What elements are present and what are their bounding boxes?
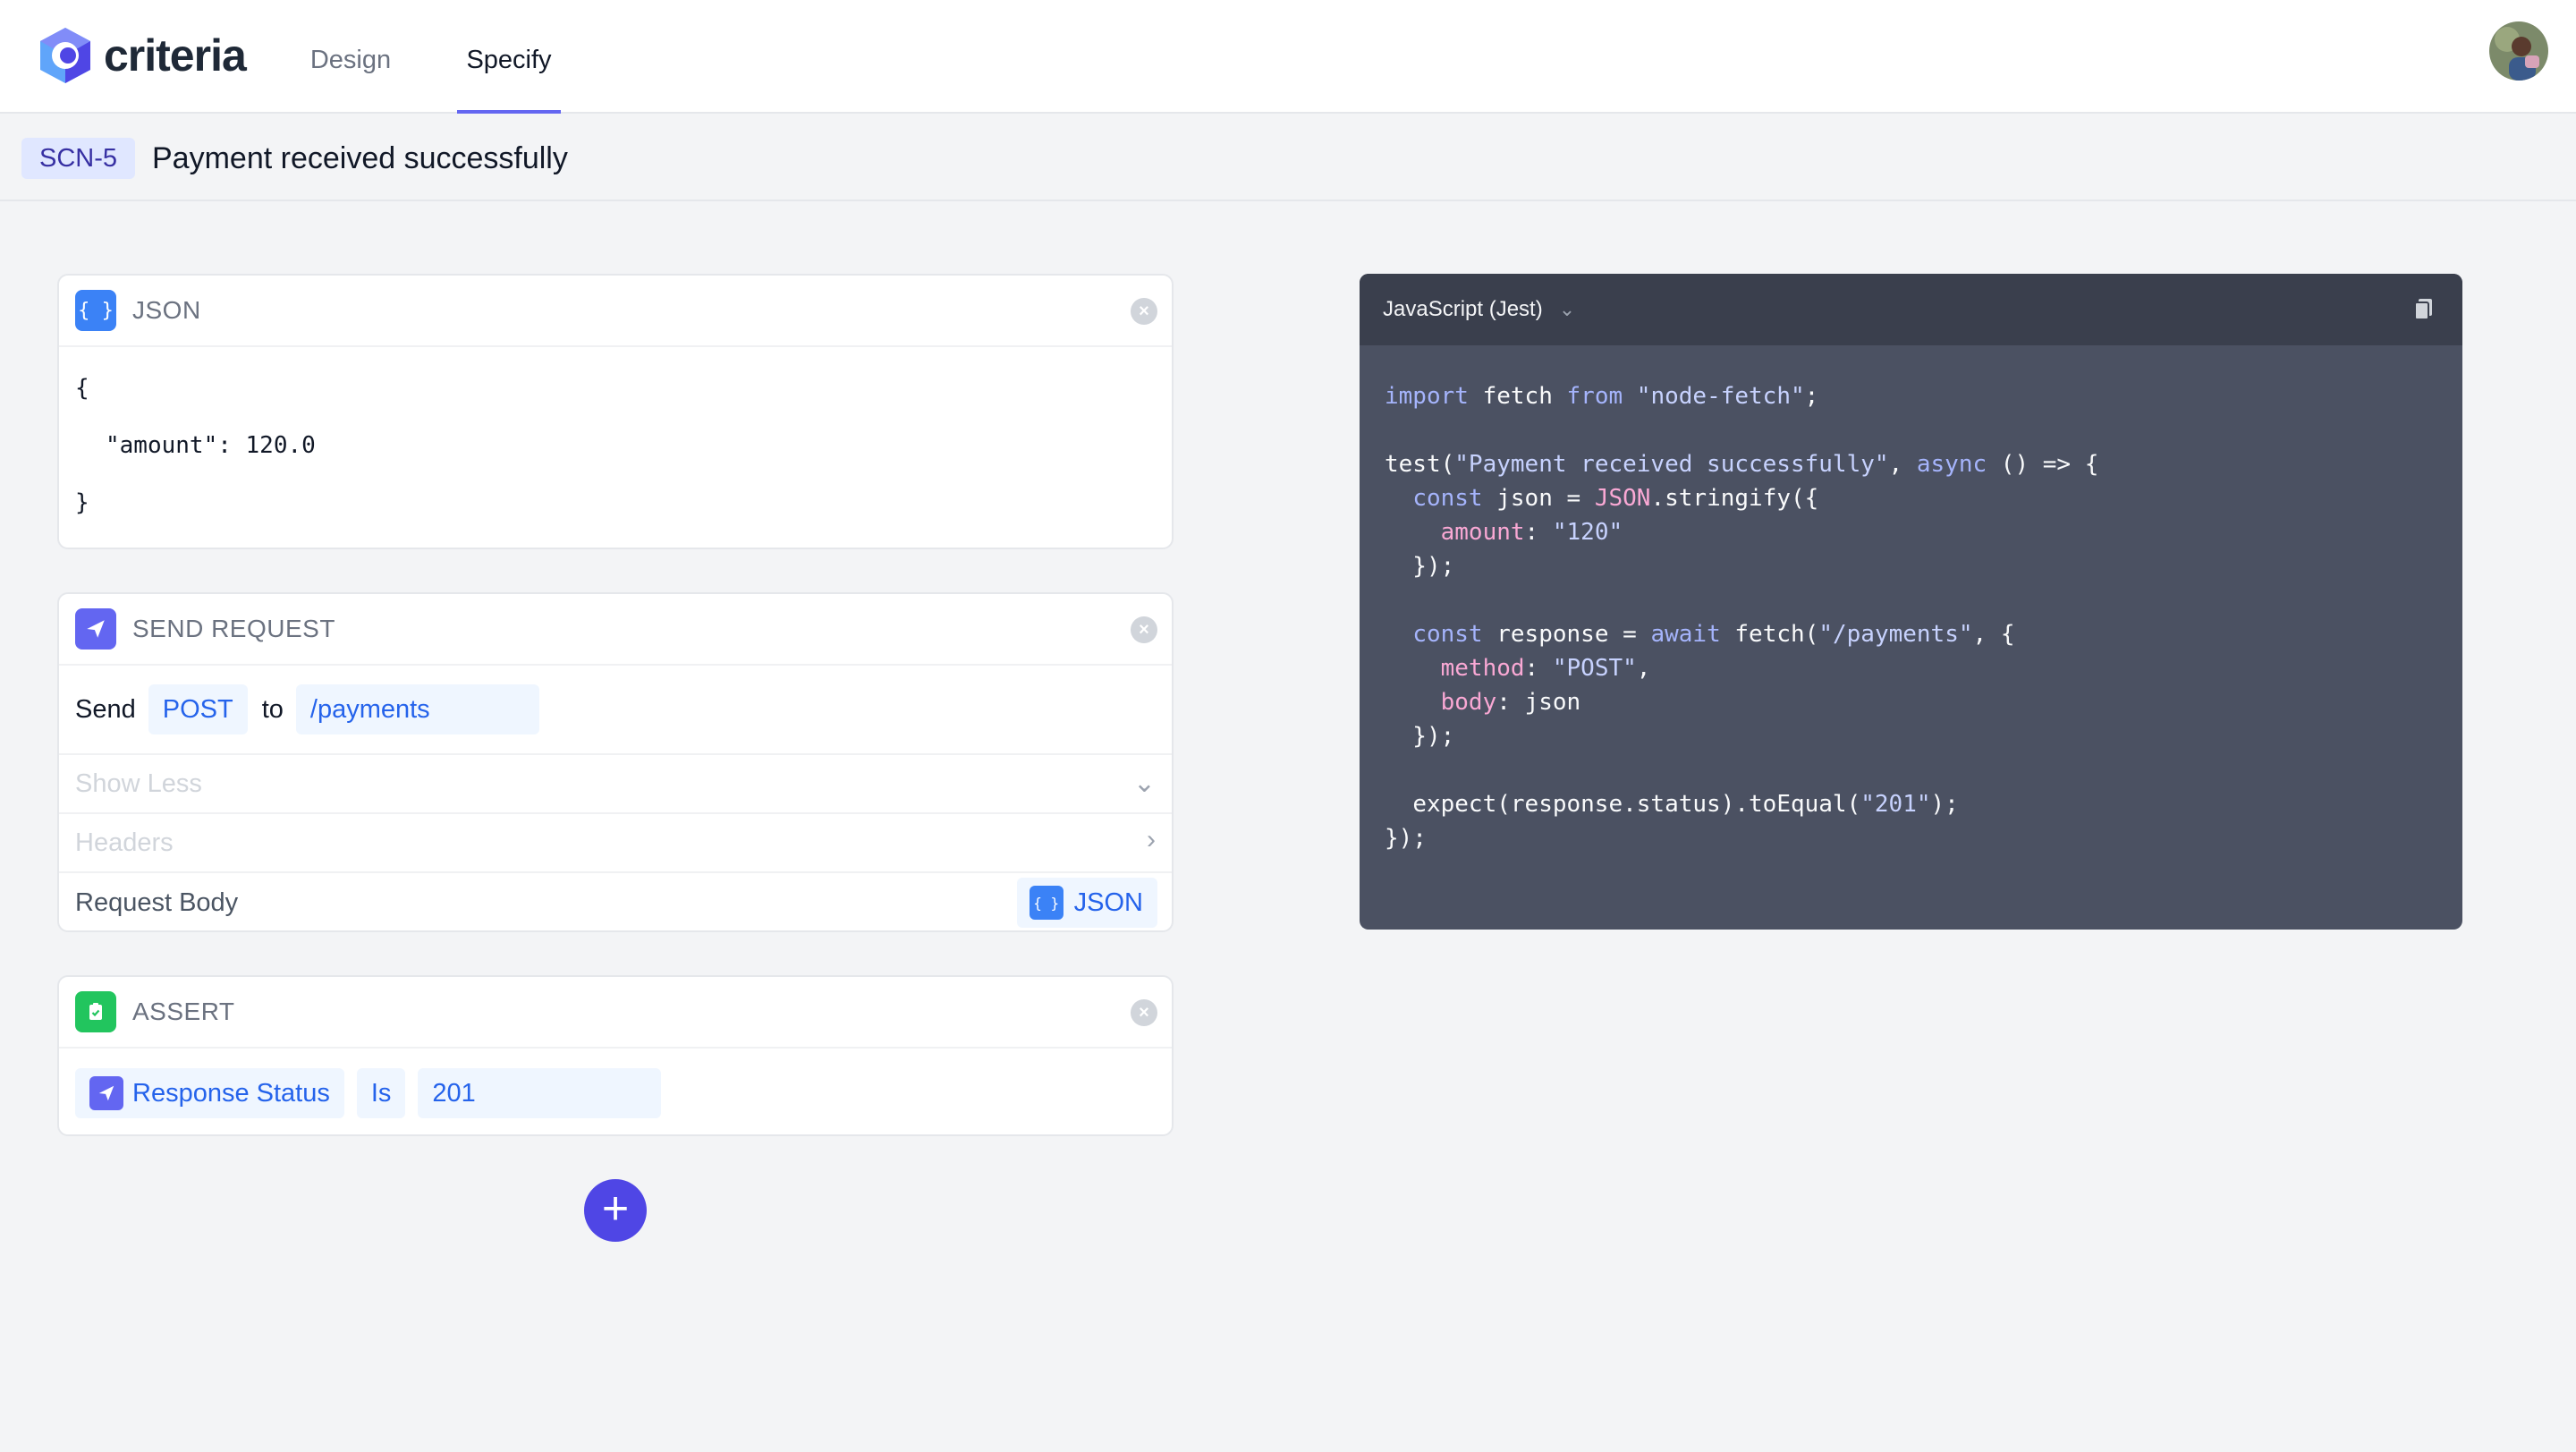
- code-panel-header: JavaScript (Jest) ⌄: [1360, 274, 2462, 345]
- assert-subject-label: Response Status: [132, 1079, 330, 1108]
- close-icon[interactable]: ×: [1131, 999, 1157, 1026]
- to-label: to: [261, 694, 284, 724]
- user-avatar-icon: [2489, 21, 2548, 81]
- send-row: Send POST to /payments: [59, 666, 1172, 755]
- logo[interactable]: criteria: [36, 23, 247, 88]
- close-icon[interactable]: ×: [1131, 616, 1157, 643]
- path-input[interactable]: /payments: [295, 684, 539, 734]
- show-less-label: Show Less: [75, 768, 202, 798]
- assert-card-header: ASSERT ×: [59, 977, 1172, 1049]
- top-nav: criteria Design Specify: [0, 0, 2576, 114]
- clipboard-check-icon: [75, 991, 116, 1032]
- assert-operator-select[interactable]: Is: [356, 1068, 406, 1118]
- send-request-card: SEND REQUEST × Send POST to /payments Sh…: [57, 592, 1174, 932]
- avatar[interactable]: [2489, 21, 2548, 81]
- scenario-title[interactable]: Payment received successfully: [152, 138, 568, 179]
- assert-value-input[interactable]: 201: [418, 1068, 662, 1118]
- json-line: "amount": 120.0: [106, 432, 316, 459]
- body-type-label: JSON: [1073, 887, 1143, 917]
- copy-icon[interactable]: [2412, 297, 2436, 322]
- code-line: });: [1385, 723, 1455, 750]
- json-braces-icon: { }: [1029, 886, 1063, 920]
- show-less-toggle[interactable]: Show Less ⌄: [59, 755, 1172, 814]
- code-line: method: "POST",: [1440, 655, 1651, 682]
- request-body-json-button[interactable]: { } JSON: [1016, 878, 1157, 928]
- app-name: criteria: [104, 30, 247, 81]
- paper-plane-icon: [75, 608, 116, 650]
- tab-design[interactable]: Design: [309, 0, 392, 114]
- json-line: {: [75, 375, 89, 402]
- scenario-header: SCN-5 Payment received successfully: [0, 115, 2576, 201]
- request-body-label: Request Body: [75, 887, 239, 917]
- assert-row: Response Status Is 201: [59, 1049, 1172, 1138]
- json-editor[interactable]: { "amount": 120.0 }: [59, 347, 1172, 542]
- close-icon[interactable]: ×: [1131, 298, 1157, 325]
- language-select[interactable]: JavaScript (Jest): [1383, 297, 1543, 322]
- send-request-card-header: SEND REQUEST ×: [59, 594, 1172, 666]
- assert-subject-select[interactable]: Response Status: [75, 1068, 344, 1118]
- chevron-right-icon: ›: [1147, 825, 1156, 854]
- criteria-logo-icon: [40, 28, 90, 83]
- assert-card-title: ASSERT: [132, 998, 235, 1025]
- code-line: import fetch from "node-fetch";: [1385, 383, 1819, 410]
- code-line: expect(response.status).toEqual("201");: [1412, 791, 1959, 818]
- code-panel: JavaScript (Jest) ⌄ import fetch from "n…: [1360, 274, 2462, 930]
- paper-plane-icon: [89, 1076, 123, 1110]
- json-line: }: [75, 489, 89, 516]
- assert-card: ASSERT × Response Status Is 201: [57, 975, 1174, 1136]
- send-request-card-title: SEND REQUEST: [132, 615, 335, 642]
- tab-specify[interactable]: Specify: [457, 0, 561, 114]
- generated-code[interactable]: import fetch from "node-fetch"; test("Pa…: [1360, 345, 2462, 855]
- code-line: });: [1385, 553, 1455, 580]
- json-card-header: { } JSON ×: [59, 276, 1172, 347]
- add-step-button[interactable]: +: [584, 1179, 647, 1242]
- chevron-down-icon: ⌄: [1132, 768, 1156, 798]
- headers-row[interactable]: Headers ›: [59, 814, 1172, 873]
- json-braces-icon: { }: [75, 290, 116, 331]
- request-body-row: Request Body { } JSON: [59, 873, 1172, 932]
- headers-label: Headers: [75, 828, 174, 857]
- json-card: { } JSON × { "amount": 120.0 }: [57, 274, 1174, 549]
- scenario-id-badge: SCN-5: [21, 138, 136, 179]
- send-label: Send: [75, 694, 136, 724]
- code-line: test("Payment received successfully", as…: [1385, 451, 2099, 478]
- code-line: });: [1385, 825, 1427, 852]
- code-line: amount: "120": [1440, 519, 1623, 546]
- code-line: const json = JSON.stringify({: [1412, 485, 1819, 512]
- chevron-down-icon[interactable]: ⌄: [1559, 298, 1575, 321]
- method-select[interactable]: POST: [148, 684, 248, 734]
- code-line: body: json: [1440, 689, 1581, 716]
- json-card-title: JSON: [132, 296, 201, 324]
- code-line: const response = await fetch("/payments"…: [1412, 621, 2015, 648]
